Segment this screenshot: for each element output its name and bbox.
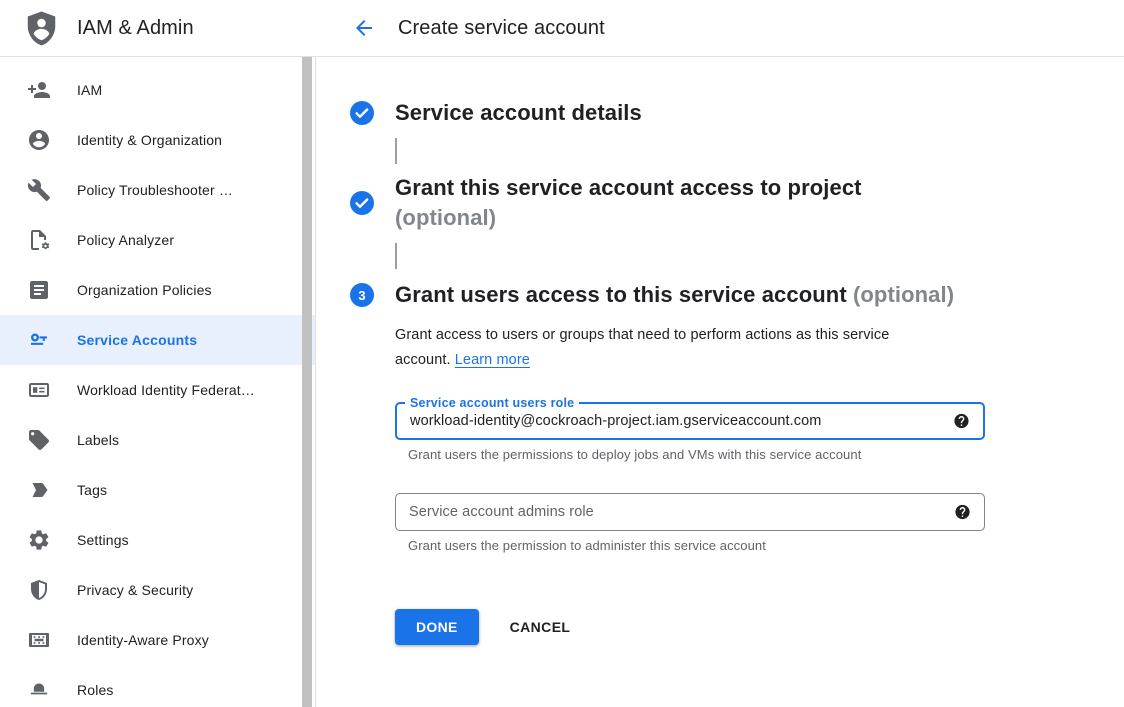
sidebar-nav: IAM Identity & Organization Policy Trouble… — [0, 57, 315, 707]
badge-card-icon — [27, 378, 51, 402]
sidebar-item-organization-policies[interactable]: Organization Policies — [0, 265, 315, 315]
step-3-title: Grant users access to this service accou… — [395, 280, 954, 310]
article-icon — [27, 278, 51, 302]
sidebar-item-label: Tags — [77, 482, 137, 498]
sidebar-item-label: Workload Identity Federat… — [77, 382, 285, 398]
sidebar-item-label: Identity-Aware Proxy — [77, 632, 239, 648]
admins-role-field-group: Grant users the permission to administer… — [395, 493, 985, 553]
iam-admin-shield-icon — [25, 10, 58, 46]
policy-analyzer-icon — [27, 228, 51, 252]
step-connector — [395, 138, 397, 164]
sidebar-item-labels[interactable]: Labels — [0, 415, 315, 465]
sidebar-item-label: Settings — [77, 532, 159, 548]
sidebar-item-label: Organization Policies — [77, 282, 242, 298]
step-connector — [395, 243, 397, 269]
step-3-optional-label: (optional) — [853, 282, 954, 307]
help-icon[interactable] — [953, 413, 970, 430]
step-2-optional-label: (optional) — [395, 205, 496, 230]
step-1-title: Service account details — [395, 98, 642, 128]
sidebar-item-identity-aware-proxy[interactable]: Identity-Aware Proxy — [0, 615, 315, 665]
back-arrow-icon[interactable] — [352, 16, 376, 40]
sidebar-item-label: Identity & Organization — [77, 132, 252, 148]
sidebar-item-iam[interactable]: IAM — [0, 65, 315, 115]
sidebar-item-label: IAM — [77, 82, 132, 98]
cancel-button[interactable]: CANCEL — [510, 619, 571, 635]
sidebar-item-label: Labels — [77, 432, 149, 448]
sidebar-item-settings[interactable]: Settings — [0, 515, 315, 565]
sidebar-item-label: Policy Analyzer — [77, 232, 204, 248]
app-title: IAM & Admin — [77, 17, 194, 40]
gcp-console-window: IAM & Admin Create service account IAM Id… — [0, 0, 1124, 707]
sidebar-item-privacy-security[interactable]: Privacy & Security — [0, 565, 315, 615]
sidebar-item-label: Roles — [77, 682, 144, 698]
main-content: Service account details Grant this servi… — [316, 57, 1124, 707]
learn-more-link[interactable]: Learn more — [455, 352, 530, 368]
sidebar-item-workload-identity-federat[interactable]: Workload Identity Federat… — [0, 365, 315, 415]
roles-hat-icon — [27, 678, 51, 702]
step-3-title-text: Grant users access to this service accou… — [395, 282, 847, 307]
admins-role-input[interactable] — [396, 494, 984, 530]
service-account-icon — [27, 328, 51, 352]
sidebar: IAM Identity & Organization Policy Trouble… — [0, 57, 316, 707]
users-role-field: Service account users role — [395, 402, 985, 440]
sidebar-item-identity-organization[interactable]: Identity & Organization — [0, 115, 315, 165]
step-2: Grant this service account access to pro… — [350, 173, 1124, 233]
sidebar-item-tags[interactable]: Tags — [0, 465, 315, 515]
sidebar-item-label: Policy Troubleshooter … — [77, 182, 263, 198]
sidebar-item-policy-troubleshooter[interactable]: Policy Troubleshooter … — [0, 165, 315, 215]
page-title: Create service account — [398, 17, 605, 40]
gear-icon — [27, 528, 51, 552]
done-button[interactable]: DONE — [395, 609, 479, 645]
label-tag-icon — [27, 428, 51, 452]
shield-half-icon — [27, 578, 51, 602]
users-role-helper-text: Grant users the permissions to deploy jo… — [408, 447, 985, 462]
account-circle-icon — [27, 128, 51, 152]
proxy-grid-icon — [27, 628, 51, 652]
app-bar-page-section: Create service account — [316, 0, 1124, 56]
step-1-complete-check-icon — [350, 101, 374, 125]
step-2-title: Grant this service account access to pro… — [395, 173, 862, 233]
sidebar-item-service-accounts[interactable]: Service Accounts — [0, 315, 315, 365]
step-2-complete-check-icon — [350, 191, 374, 215]
tag-arrow-icon — [27, 478, 51, 502]
step-3-number-badge: 3 — [350, 283, 374, 307]
sidebar-scrollbar[interactable] — [302, 57, 312, 707]
users-role-field-group: Service account users role Grant users t… — [395, 402, 985, 462]
form-actions: DONE CANCEL — [395, 609, 1084, 645]
users-role-field-label: Service account users role — [405, 395, 579, 412]
step-3-description: Grant access to users or groups that nee… — [395, 323, 947, 373]
step-3: 3 Grant users access to this service acc… — [350, 280, 1124, 310]
sidebar-item-label: Service Accounts — [77, 332, 227, 348]
sidebar-item-label: Privacy & Security — [77, 582, 223, 598]
person-add-icon — [27, 78, 51, 102]
wrench-icon — [27, 178, 51, 202]
app-bar: IAM & Admin Create service account — [0, 0, 1124, 57]
sidebar-item-policy-analyzer[interactable]: Policy Analyzer — [0, 215, 315, 265]
help-icon[interactable] — [954, 504, 971, 521]
admins-role-helper-text: Grant users the permission to administer… — [408, 538, 985, 553]
sidebar-item-roles[interactable]: Roles — [0, 665, 315, 707]
admins-role-field — [395, 493, 985, 531]
step-2-title-text: Grant this service account access to pro… — [395, 175, 862, 200]
step-1: Service account details — [350, 98, 1124, 128]
app-bar-product-section: IAM & Admin — [0, 0, 316, 56]
